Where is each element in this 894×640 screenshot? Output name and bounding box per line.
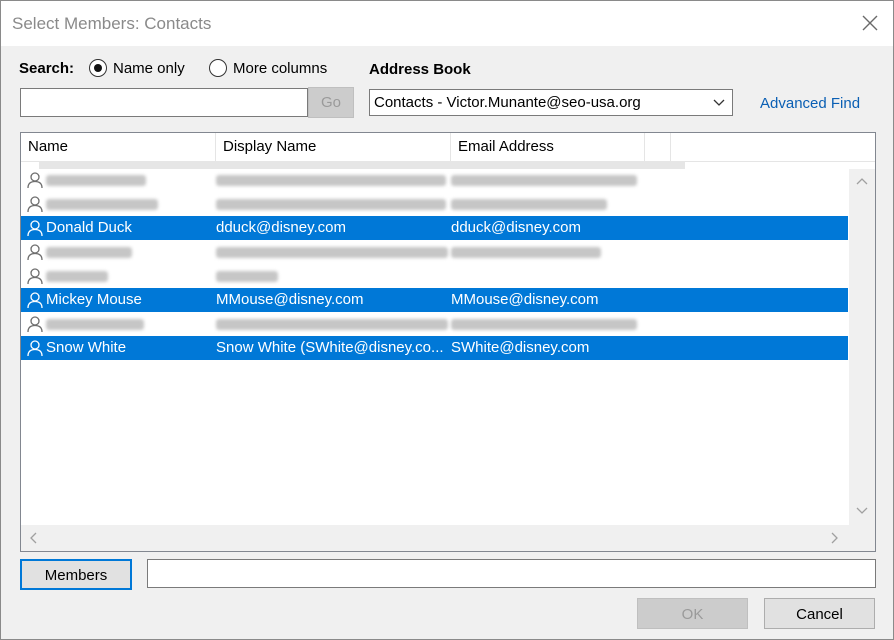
- contact-person-icon: [27, 340, 43, 357]
- table-row[interactable]: [21, 312, 848, 336]
- row-cell-email: MMouse@disney.com: [451, 291, 599, 308]
- go-button[interactable]: Go: [308, 87, 354, 118]
- row-cell-display: MMouse@disney.com: [216, 291, 364, 308]
- contact-person-icon: [27, 220, 43, 237]
- address-book-label: Address Book: [369, 61, 471, 78]
- row-cell-email: SWhite@disney.com: [451, 339, 590, 356]
- close-icon[interactable]: [857, 10, 883, 36]
- search-label: Search:: [19, 60, 75, 77]
- address-book-selected: Contacts - Victor.Munante@seo-usa.org: [374, 94, 641, 111]
- contact-person-icon: [27, 172, 43, 189]
- members-field[interactable]: [147, 559, 876, 588]
- contact-person-icon: [27, 292, 43, 309]
- row-cell-display: dduck@disney.com: [216, 219, 347, 236]
- list-header: Name Display Name Email Address: [21, 133, 875, 162]
- title-bar: Select Members: Contacts: [1, 1, 893, 46]
- more-columns-radio[interactable]: [209, 59, 227, 77]
- redacted-cell: [216, 247, 448, 258]
- table-row[interactable]: Donald Duck dduck@disney.com dduck@disney.…: [21, 216, 848, 240]
- redacted-cell: [451, 319, 637, 330]
- column-header-display-name[interactable]: Display Name: [216, 133, 451, 161]
- search-input[interactable]: [20, 88, 308, 117]
- dialog-title: Select Members: Contacts: [12, 14, 212, 33]
- address-book-dropdown[interactable]: Contacts - Victor.Munante@seo-usa.org: [369, 89, 733, 116]
- members-button[interactable]: Members: [20, 559, 132, 590]
- redacted-cell: [46, 175, 146, 186]
- redacted-cell: [216, 199, 446, 210]
- redacted-cell: [46, 247, 132, 258]
- row-cell-display: Snow White (SWhite@disney.co...: [216, 339, 444, 356]
- contact-person-icon: [27, 316, 43, 333]
- ok-button[interactable]: OK: [637, 598, 748, 629]
- more-columns-label[interactable]: More columns: [233, 60, 327, 77]
- row-cell-name: Donald Duck: [46, 219, 132, 236]
- row-cell-name: Snow White: [46, 339, 127, 356]
- name-only-label[interactable]: Name only: [113, 60, 185, 77]
- scroll-up-icon[interactable]: [855, 175, 869, 189]
- vertical-scrollbar[interactable]: [849, 169, 875, 525]
- redacted-cell: [451, 175, 637, 186]
- dialog-window: Select Members: Contacts Search: Name on…: [0, 0, 894, 640]
- table-row[interactable]: [21, 240, 848, 264]
- row-cell-email: dduck@disney.com: [451, 219, 582, 236]
- redacted-cell: [216, 175, 446, 186]
- redacted-cell: [46, 319, 144, 330]
- row-cell-name: Mickey Mouse: [46, 291, 142, 308]
- redacted-cell: [46, 271, 108, 282]
- horizontal-scrollbar[interactable]: [21, 525, 875, 551]
- column-header-extra: [645, 133, 671, 161]
- table-row[interactable]: [21, 168, 848, 192]
- column-header-name[interactable]: Name: [21, 133, 216, 161]
- table-row[interactable]: Snow White Snow White (SWhite@disney.co..…: [21, 336, 848, 360]
- redacted-cell: [451, 247, 601, 258]
- contact-person-icon: [27, 268, 43, 285]
- table-row[interactable]: Mickey Mouse MMouse@disney.com MMouse@disn…: [21, 288, 848, 312]
- contact-person-icon: [27, 196, 43, 213]
- redacted-cell: [451, 199, 607, 210]
- cancel-button[interactable]: Cancel: [764, 598, 875, 629]
- table-row[interactable]: [21, 192, 848, 216]
- redacted-cell: [46, 199, 158, 210]
- scroll-right-icon[interactable]: [827, 531, 841, 545]
- advanced-find-link[interactable]: Advanced Find: [760, 95, 860, 112]
- contact-person-icon: [27, 244, 43, 261]
- redacted-cell: [216, 319, 448, 330]
- redacted-cell: [216, 271, 278, 282]
- table-row[interactable]: [21, 264, 848, 288]
- chevron-down-icon: [713, 99, 725, 106]
- scroll-down-icon[interactable]: [855, 503, 869, 517]
- name-only-radio[interactable]: [89, 59, 107, 77]
- scroll-left-icon[interactable]: [27, 531, 41, 545]
- contacts-list[interactable]: Name Display Name Email Address Donald D…: [20, 132, 876, 552]
- column-header-email[interactable]: Email Address: [451, 133, 645, 161]
